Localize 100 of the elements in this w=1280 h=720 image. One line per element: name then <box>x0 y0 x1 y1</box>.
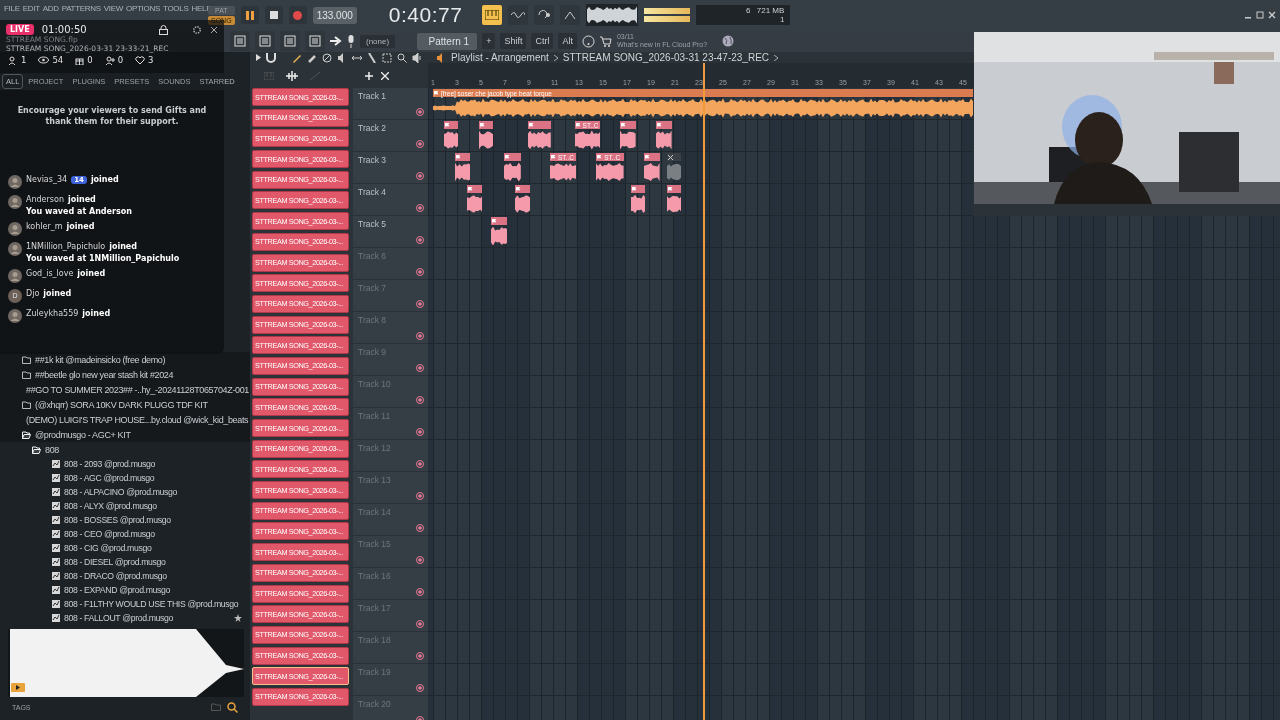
record-arm-icon[interactable] <box>416 492 424 500</box>
browser-file[interactable]: 808 - ALYX @prod.musgo <box>64 501 157 511</box>
record-arm-icon[interactable] <box>416 652 424 660</box>
menu-item[interactable]: EDIT <box>22 3 40 13</box>
record-arm-icon[interactable] <box>416 620 424 628</box>
help-icon[interactable] <box>581 34 595 48</box>
stop-button[interactable] <box>264 6 283 24</box>
browser-file[interactable]: 808 - CEO @prod.musgo <box>64 529 155 539</box>
record-arm-icon[interactable] <box>416 236 424 244</box>
add-pattern-button[interactable]: + <box>482 33 496 49</box>
browser-file[interactable]: 808 - F1LTHY WOULD USE THIS @prod.musgo <box>64 599 239 609</box>
record-arm-icon[interactable] <box>416 396 424 404</box>
username[interactable]: Anderson <box>26 195 64 204</box>
record-arm-icon[interactable] <box>416 428 424 436</box>
record-arm-icon[interactable] <box>416 300 424 308</box>
cart-icon[interactable] <box>599 35 612 47</box>
record-arm-icon[interactable] <box>416 140 424 148</box>
select-icon[interactable] <box>382 52 392 63</box>
audio-clip[interactable] <box>443 121 459 151</box>
toolbar-button[interactable] <box>534 5 555 25</box>
maximize-icon[interactable] <box>1256 11 1264 19</box>
username[interactable]: Zuleykha559 <box>26 309 79 318</box>
record-arm-icon[interactable] <box>416 172 424 180</box>
toolbar-button[interactable] <box>230 31 250 51</box>
browser-file[interactable]: 808 - BOSSES @prod.musgo <box>64 515 171 525</box>
menu-item[interactable]: ADD <box>42 3 59 13</box>
audio-clip[interactable] <box>667 185 682 215</box>
toolbar-button[interactable] <box>560 5 581 25</box>
audio-clip[interactable] <box>656 121 672 151</box>
close-icon[interactable] <box>210 25 218 34</box>
lock-icon[interactable] <box>159 24 168 35</box>
browser-file[interactable]: 808 - FALLOUT @prod.musgo <box>64 613 174 623</box>
record-arm-icon[interactable] <box>416 332 424 340</box>
metronome-button[interactable] <box>482 5 503 25</box>
remove-icon[interactable] <box>381 71 389 80</box>
record-arm-icon[interactable] <box>416 204 424 212</box>
pencil-icon[interactable] <box>292 52 302 63</box>
toolbar-button[interactable] <box>508 5 529 25</box>
audio-clip[interactable] <box>620 121 636 151</box>
menu-item[interactable]: OPTIONS <box>126 3 160 13</box>
audio-icon[interactable] <box>286 70 298 81</box>
slice-icon[interactable] <box>367 52 377 63</box>
record-arm-icon[interactable] <box>416 684 424 692</box>
browser-file[interactable]: 808 - ALPACINO @prod.musgo <box>64 487 178 497</box>
browser-file[interactable]: 808 - EXPAND @prod.musgo <box>64 585 170 595</box>
menu-item[interactable]: PATTERNS <box>61 3 101 13</box>
audio-clip[interactable] <box>454 153 471 183</box>
add-icon[interactable] <box>365 71 373 80</box>
zoom-icon[interactable] <box>397 52 407 63</box>
preview-play-button[interactable] <box>11 683 25 694</box>
record-button[interactable] <box>288 6 307 24</box>
audio-clip[interactable] <box>527 121 551 151</box>
audio-clip[interactable] <box>514 185 531 215</box>
browser-file[interactable]: 808 - DRACO @prod.musgo <box>64 571 167 581</box>
toolbar-button[interactable] <box>255 31 275 51</box>
menu-item[interactable]: VIEW <box>103 3 124 13</box>
record-arm-icon[interactable] <box>416 108 424 116</box>
speaker-icon[interactable] <box>412 52 422 63</box>
browser-file[interactable]: 808 - AGC @prod.musgo <box>64 473 155 483</box>
audio-clip[interactable] <box>667 153 682 183</box>
username[interactable]: 1NMillion_Papichulo <box>26 242 106 251</box>
audio-clip[interactable] <box>466 185 483 215</box>
magnet-icon[interactable] <box>266 52 276 63</box>
caret-icon[interactable] <box>256 54 261 61</box>
audio-clip[interactable] <box>490 217 508 247</box>
username[interactable]: Nevias_34 <box>26 175 68 184</box>
menu-item[interactable]: FILE <box>4 3 20 13</box>
modifier-key[interactable]: Alt <box>558 33 577 49</box>
record-arm-icon[interactable] <box>416 556 424 564</box>
settings-icon[interactable] <box>192 24 202 35</box>
audio-clip[interactable] <box>631 185 646 215</box>
audio-clip[interactable] <box>478 121 493 151</box>
delete-icon[interactable] <box>322 52 332 63</box>
browser-folder[interactable]: 808 <box>45 444 59 455</box>
channel-selector[interactable]: (none) <box>360 34 396 48</box>
pattern-selector[interactable]: Pattern 1 <box>417 32 478 50</box>
search-icon[interactable] <box>227 701 238 713</box>
username[interactable]: God_is_love <box>26 269 74 278</box>
record-arm-icon[interactable] <box>416 460 424 468</box>
tempo-display[interactable]: 133.000 <box>312 6 357 24</box>
play-pause-button[interactable] <box>240 6 259 24</box>
browser-file[interactable]: 808 - DIESEL @prod.musgo <box>64 557 166 567</box>
browser-file[interactable]: 808 - 2093 @prod.musgo <box>64 459 155 469</box>
audio-clip[interactable] <box>644 153 660 183</box>
username[interactable]: Djo <box>26 289 40 298</box>
username[interactable]: kohler_m <box>26 222 63 231</box>
globe-icon[interactable] <box>721 35 734 47</box>
toolbar-button[interactable] <box>280 31 300 51</box>
close-icon[interactable] <box>1268 11 1276 19</box>
record-arm-icon[interactable] <box>416 588 424 596</box>
arrow-right-icon[interactable] <box>330 36 342 46</box>
browser-file[interactable]: 808 - CIG @prod.musgo <box>64 543 152 553</box>
toolbar-button[interactable] <box>305 31 325 51</box>
record-arm-icon[interactable] <box>416 364 424 372</box>
modifier-key[interactable]: Shift <box>500 33 527 49</box>
modifier-key[interactable]: Ctrl <box>531 33 554 49</box>
record-arm-icon[interactable] <box>416 268 424 276</box>
audio-clip[interactable] <box>503 153 521 183</box>
record-arm-icon[interactable] <box>416 524 424 532</box>
menu-item[interactable]: TOOLS <box>163 3 189 13</box>
